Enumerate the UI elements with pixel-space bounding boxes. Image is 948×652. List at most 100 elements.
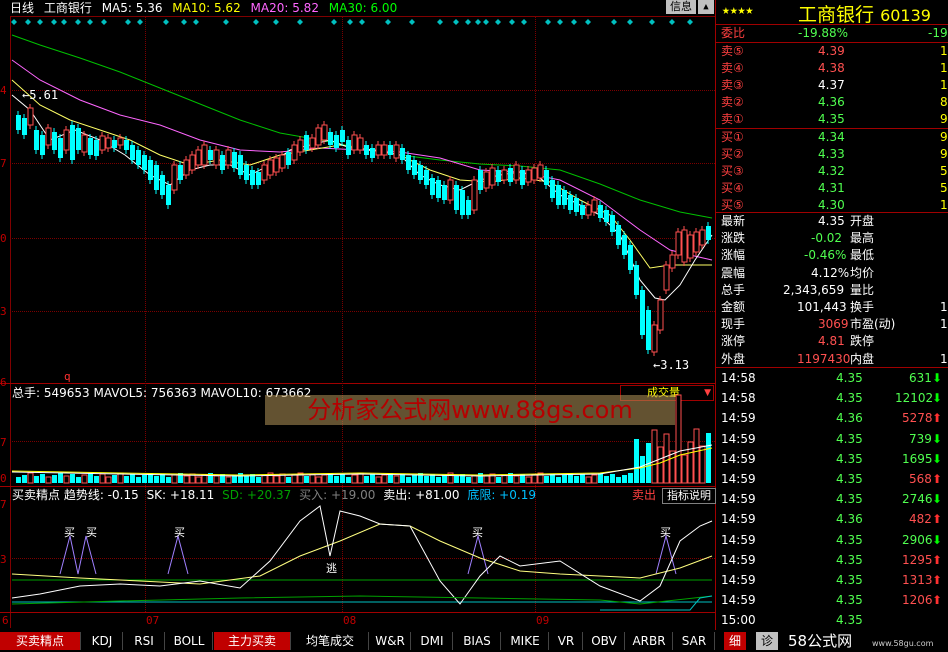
ma20-line <box>11 59 713 261</box>
candle <box>34 130 39 150</box>
ask-label: 卖③ <box>721 78 744 92</box>
marker-q: q <box>64 370 71 383</box>
tab-mike[interactable]: MIKE <box>502 632 549 650</box>
candle <box>340 130 345 142</box>
tab-main-force[interactable]: 主力买卖 <box>214 632 291 650</box>
tab-buy-sell-point[interactable]: 买卖精点 <box>0 632 81 650</box>
bid-label: 买③ <box>721 164 744 178</box>
main-chart-area: 日线 工商银行 MA5: 5.36 MA10: 5.62 MA20: 5.82 … <box>0 0 716 630</box>
candle <box>148 160 153 180</box>
volume-bar <box>628 473 633 483</box>
tab-arbr[interactable]: ARBR <box>626 632 673 650</box>
tab-avg-trade[interactable]: 均笔成交 <box>292 632 369 650</box>
candle <box>250 170 255 185</box>
tick-time: 15:00 <box>721 613 756 628</box>
tab-dmi[interactable]: DMI <box>412 632 453 650</box>
volume-bar <box>256 477 261 483</box>
diamond-marker <box>483 19 489 25</box>
candle <box>267 159 274 176</box>
ask-volume: 11 <box>940 78 948 92</box>
arrow-up-icon: ⬆ <box>932 593 943 608</box>
tab-sar[interactable]: SAR <box>674 632 715 650</box>
tick-volume: 2906 <box>902 532 933 547</box>
tick-price: 4.35 <box>836 391 863 406</box>
candle <box>513 164 520 181</box>
candle <box>388 145 393 155</box>
volume-bar <box>45 476 52 484</box>
candle <box>154 165 159 190</box>
x-axis-label: 08 <box>343 614 357 627</box>
bid-row: 买③ 4.32 5 <box>718 163 948 180</box>
tick-volume: 482 <box>909 512 932 527</box>
candle <box>471 179 478 211</box>
candle <box>585 204 592 216</box>
volume-bar <box>550 474 555 483</box>
tick-time: 14:59 <box>721 472 756 486</box>
candle <box>706 226 711 240</box>
bid-row: 买④ 4.31 5 <box>718 180 948 197</box>
volume-bar <box>525 476 532 484</box>
diamond-marker <box>437 19 443 25</box>
tab-vr[interactable]: VR <box>550 632 583 650</box>
stat-row: 涨停 4.81 跌停 <box>718 333 948 350</box>
stat-label: 内盘 <box>850 351 875 366</box>
diamond-marker <box>125 19 131 25</box>
candle <box>291 144 298 161</box>
volume-bar <box>585 476 592 484</box>
candle <box>681 229 688 263</box>
candle <box>315 127 322 146</box>
candle <box>556 185 561 205</box>
candle <box>496 170 501 182</box>
diamond-marker <box>193 19 199 25</box>
candle <box>393 144 400 159</box>
diamond-marker <box>11 19 17 25</box>
tab-diagnose[interactable]: 诊 <box>756 632 778 650</box>
candle <box>699 229 706 246</box>
tab-wr[interactable]: W&R <box>370 632 411 650</box>
diamond-marker <box>409 19 415 25</box>
tab-obv[interactable]: OBV <box>584 632 625 650</box>
volume-bar <box>22 475 27 483</box>
tick-time: 14:59 <box>721 512 756 527</box>
indicator-chart <box>11 505 713 611</box>
candle <box>430 178 435 195</box>
diamond-marker <box>61 19 67 25</box>
tab-boll[interactable]: BOLL <box>166 632 213 650</box>
diamond-marker <box>137 19 143 25</box>
tick-time: 14:59 <box>721 411 756 426</box>
tab-detail[interactable]: 细 <box>724 632 746 650</box>
volume-bar <box>346 477 351 483</box>
diamond-marker <box>495 19 501 25</box>
ask-label: 卖⑤ <box>721 44 744 58</box>
candle <box>321 124 328 141</box>
buy-mark: 买 <box>660 526 671 539</box>
volume-bar <box>76 477 81 483</box>
stat-label: 现手 <box>721 317 746 332</box>
tick-volume: 12102 <box>895 391 934 406</box>
bid-row: 买① 4.34 9 <box>718 129 948 146</box>
tab-kdj[interactable]: KDJ <box>82 632 123 650</box>
arrow-up-icon: ⬆ <box>932 512 943 527</box>
candle <box>610 215 615 232</box>
candle <box>256 172 261 185</box>
tick-row: 15:00 4.35 <box>718 610 948 630</box>
tick-volume: 2746 <box>902 492 933 507</box>
price-chart[interactable] <box>0 0 716 383</box>
volume-bar <box>27 472 34 484</box>
tick-price: 4.35 <box>836 431 863 446</box>
ask-label: 卖② <box>721 95 744 109</box>
tab-bias[interactable]: BIAS <box>454 632 501 650</box>
stat-label: 涨跌 <box>721 231 746 246</box>
volume-bar <box>88 473 93 483</box>
volume-bar <box>483 475 490 484</box>
candle <box>183 159 190 176</box>
tick-row: 14:59 4.35 2906 ⬇ <box>718 530 948 550</box>
stat-label: 总手 <box>721 282 746 297</box>
candle <box>591 199 598 213</box>
arrow-up-icon: ⬆ <box>932 552 943 567</box>
tab-rsi[interactable]: RSI <box>124 632 165 650</box>
candle <box>88 138 93 155</box>
stat-row: 震幅 4.12% 均价 <box>718 265 948 282</box>
candle <box>412 160 417 175</box>
stat-label: 最新 <box>721 214 746 228</box>
